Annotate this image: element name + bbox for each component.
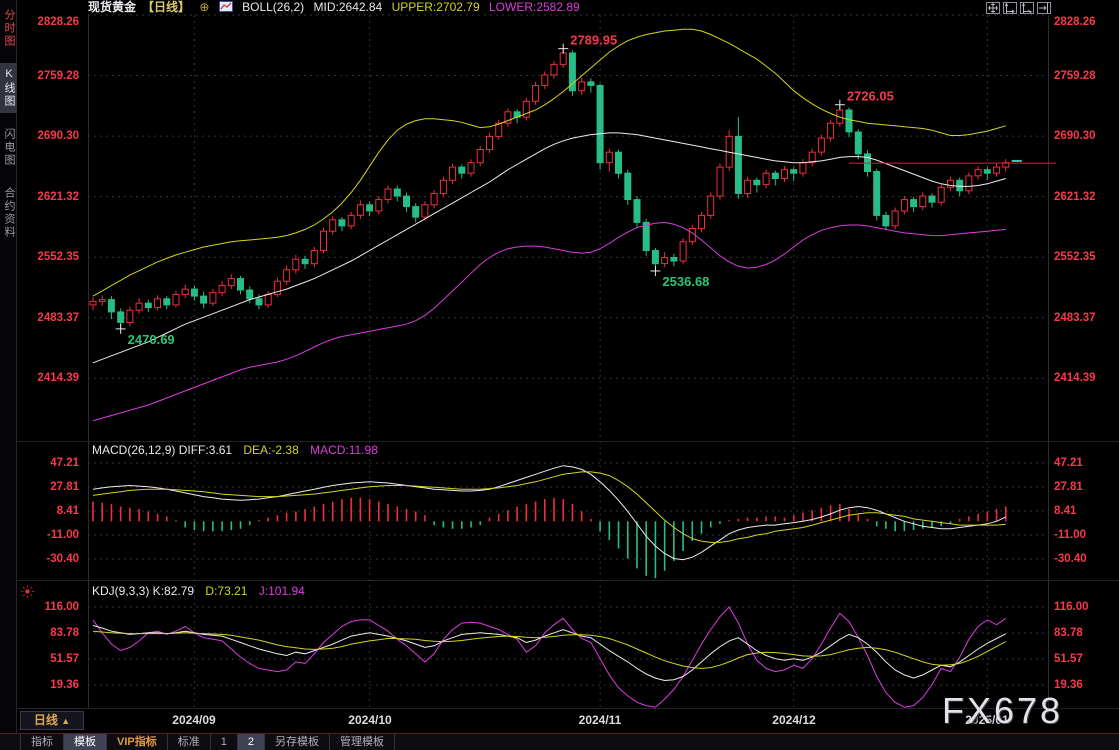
sidebar-item-contract-info[interactable]: 合约资料 [0, 182, 17, 244]
sidebar-item-kline-chart[interactable]: K线图 [0, 63, 17, 113]
y-axis-label: 83.78 [50, 627, 79, 639]
chart-type-sidebar: 分时图 K线图 闪电图 合约资料 [0, 0, 17, 733]
kdj-j-line [92, 606, 1007, 708]
alert-marker-icon[interactable] [20, 584, 35, 604]
y-axis-label: 2483.37 [1054, 312, 1096, 324]
y-axis-label: 47.21 [1054, 457, 1083, 469]
y-axis-label: 2621.32 [37, 191, 79, 203]
y-axis-label: -11.00 [1054, 529, 1086, 541]
kdj-d-line [92, 630, 1007, 669]
kdj-k-line [92, 625, 1007, 682]
fx678-watermark: FX678 [942, 690, 1064, 731]
period-label: 【日线】 [142, 0, 191, 14]
y-axis-label: 2690.30 [1054, 130, 1096, 142]
pan-tool-icon[interactable] [986, 2, 1000, 14]
y-axis-label: 27.81 [50, 481, 79, 493]
y-axis-label: -30.40 [1054, 553, 1087, 565]
y-axis-label: 51.57 [50, 653, 79, 665]
x-axis-month-label: 2024/11 [578, 713, 622, 727]
y-axis-label: 2483.37 [37, 312, 79, 324]
boll-indicator-label: BOLL(26,2) [242, 0, 305, 14]
macd-value: MACD:11.98 [310, 443, 378, 457]
toolbar-tab-1[interactable]: 指标 [20, 734, 64, 750]
toolbar-tab-2[interactable]: 模板 [64, 734, 107, 750]
macd-pane-header: MACD(26,12,9) DIFF:3.61 DEA:-2.38 MACD:1… [92, 443, 386, 457]
toolbar-tab-4[interactable]: 标准 [168, 734, 211, 750]
x-axis-month-label: 2024/09 [172, 713, 216, 727]
x-axis-month-label: 2024/12 [772, 713, 816, 727]
y-axis-label: 2828.26 [37, 16, 79, 28]
right-price-axis[interactable]: 2828.26 2759.28 2690.30 2621.32 2552.35 2483.… [1050, 0, 1116, 733]
y-axis-label: 27.81 [1054, 481, 1083, 493]
x-axis-month-label: 2024/10 [348, 713, 392, 727]
macd-dea-value: DEA:-2.38 [243, 443, 299, 457]
add-indicator-icon[interactable]: ⊕ [199, 0, 209, 14]
bottom-toolbar: 指标 模板 VIP指标 标准 1 2 另存模板 管理模板 [0, 733, 1119, 750]
y-axis-label: -11.00 [47, 529, 79, 541]
collapse-panel-icon[interactable] [1037, 2, 1051, 14]
macd-histogram [92, 497, 1007, 579]
y-axis-label: 2414.39 [1054, 372, 1096, 384]
toolbar-tab-8[interactable]: 管理模板 [330, 734, 395, 750]
y-axis-label: 2552.35 [37, 251, 79, 263]
y-axis-label: 2414.39 [37, 372, 79, 384]
y-axis-label: 47.21 [50, 457, 79, 469]
y-axis-label: -30.40 [46, 553, 79, 565]
y-axis-label: 8.41 [56, 505, 79, 517]
kdj-d-value: D:73.21 [205, 584, 248, 598]
y-axis-label: 2759.28 [1054, 70, 1096, 82]
y-axis-label: 19.36 [50, 679, 79, 691]
boll-mid-value: MID:2642.84 [313, 0, 383, 14]
y-axis-label: 2552.35 [1054, 251, 1096, 263]
y-axis-label: 51.57 [1054, 653, 1083, 665]
toolbar-tab-5[interactable]: 1 [211, 734, 238, 750]
y-axis-label: 2621.32 [1054, 191, 1096, 203]
chart-header: 现货黄金 【日线】 ⊕ BOLL(26,2) MID:2642.84 UPPER:… [88, 0, 586, 16]
toolbar-tab-7[interactable]: 另存模板 [265, 734, 330, 750]
price-annotation: 2726.05 [847, 89, 894, 104]
macd-dea-line [92, 471, 1006, 543]
chart-canvas[interactable]: 2789.95 2726.05 2536.68 2470.69 [88, 0, 1063, 733]
period-up-arrow-icon: ▲ [61, 716, 71, 726]
toolbar-tab-3[interactable]: VIP指标 [107, 734, 168, 750]
price-annotation: 2789.95 [570, 33, 617, 48]
toolbar-tab-6[interactable]: 2 [237, 734, 265, 750]
symbol-name: 现货黄金 [88, 0, 137, 14]
y-axis-label: 2690.30 [37, 130, 79, 142]
scale-axis-left-icon[interactable] [1003, 2, 1017, 14]
y-axis-label: 116.00 [1054, 601, 1089, 613]
sidebar-item-time-chart[interactable]: 分时图 [0, 4, 17, 53]
kdj-pane-header: KDJ(9,3,3) K:82.79 D:73.21 J:101.94 [92, 584, 313, 598]
kdj-k-value: KDJ(9,3,3) K:82.79 [92, 584, 195, 598]
sidebar-item-lightning-chart[interactable]: 闪电图 [0, 123, 17, 172]
gridlines [88, 14, 1049, 708]
y-axis-label: 2828.26 [1054, 16, 1096, 28]
boll-lower-line [92, 221, 1006, 422]
price-annotation: 2470.69 [128, 332, 175, 347]
price-annotation: 2536.68 [662, 274, 709, 289]
mini-chart-icon[interactable] [218, 0, 233, 14]
chart-toolbar [986, 2, 1051, 14]
boll-upper-value: UPPER:2702.79 [391, 0, 480, 14]
kdj-j-value: J:101.94 [258, 584, 305, 598]
y-axis-label: 2759.28 [37, 70, 79, 82]
period-selector[interactable]: 日线 ▲ [20, 711, 84, 730]
left-price-axis[interactable]: 2828.26 2759.28 2690.30 2621.32 2552.35 2483.… [17, 0, 83, 733]
y-axis-label: 8.41 [1054, 505, 1077, 517]
y-axis-label: 83.78 [1054, 627, 1083, 639]
macd-diff-value: MACD(26,12,9) DIFF:3.61 [92, 443, 233, 457]
boll-lower-value: LOWER:2582.89 [488, 0, 580, 14]
scale-axis-right-icon[interactable] [1020, 2, 1034, 14]
trading-app-window: 分时图 K线图 闪电图 合约资料 现货黄金 【日线】 ⊕ BOLL(26,2) M… [0, 0, 1119, 750]
